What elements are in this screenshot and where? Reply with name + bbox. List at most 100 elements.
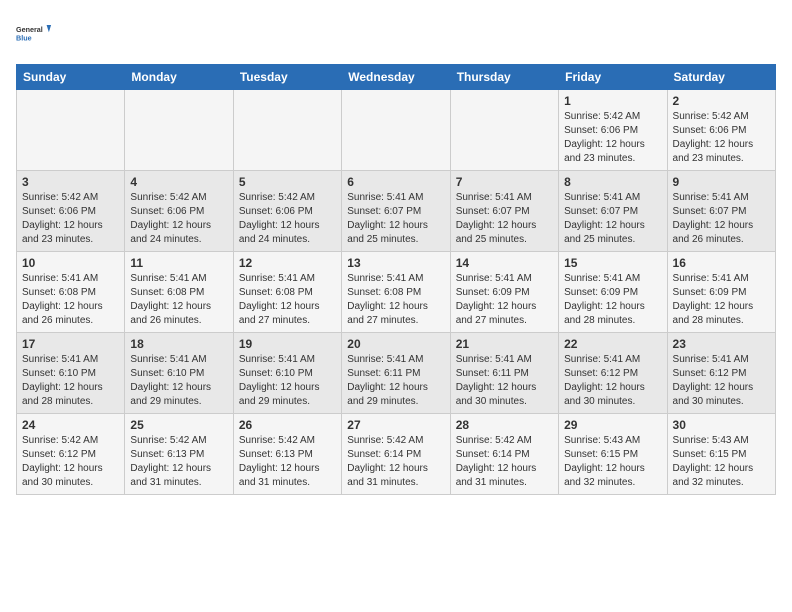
day-number: 18 [130, 337, 227, 351]
logo-icon: General Blue [16, 16, 52, 52]
day-info: Sunrise: 5:41 AM Sunset: 6:07 PM Dayligh… [456, 191, 553, 247]
day-info: Sunrise: 5:42 AM Sunset: 6:06 PM Dayligh… [564, 110, 661, 166]
day-info: Sunrise: 5:42 AM Sunset: 6:12 PM Dayligh… [22, 434, 119, 490]
calendar-cell: 29Sunrise: 5:43 AM Sunset: 6:15 PM Dayli… [559, 414, 667, 495]
calendar-week-row: 24 Sunrise: 5:42 AM Sunset: 6:12 PM Dayli… [17, 414, 776, 495]
calendar-cell [450, 90, 558, 171]
day-number: 8 [564, 175, 661, 189]
day-number: 11 [130, 256, 227, 270]
day-info: Sunrise: 5:42 AM Sunset: 6:13 PM Dayligh… [239, 434, 336, 490]
weekday-header: Friday [559, 65, 667, 90]
weekday-header: Wednesday [342, 65, 450, 90]
day-info: Sunrise: 5:41 AM Sunset: 6:08 PM Dayligh… [347, 272, 444, 328]
calendar-cell [125, 90, 233, 171]
calendar-cell: 10Sunrise: 5:41 AM Sunset: 6:08 PM Dayli… [17, 252, 125, 333]
weekday-header: Thursday [450, 65, 558, 90]
calendar-cell: 21 Sunrise: 5:41 AM Sunset: 6:11 PM Dayli… [450, 333, 558, 414]
day-info: Sunrise: 5:41 AM Sunset: 6:07 PM Dayligh… [564, 191, 661, 247]
svg-text:General: General [16, 25, 43, 34]
day-number: 9 [673, 175, 770, 189]
calendar-cell [17, 90, 125, 171]
day-info: Sunrise: 5:42 AM Sunset: 6:06 PM Dayligh… [130, 191, 227, 247]
day-number: 2 [673, 94, 770, 108]
day-number: 5 [239, 175, 336, 189]
day-info: Sunrise: 5:42 AM Sunset: 6:06 PM Dayligh… [673, 110, 770, 166]
calendar-cell: 20 Sunrise: 5:41 AM Sunset: 6:11 PM Dayli… [342, 333, 450, 414]
calendar-cell: 9 Sunrise: 5:41 AM Sunset: 6:07 PM Daylig… [667, 171, 775, 252]
day-number: 19 [239, 337, 336, 351]
calendar-cell: 8 Sunrise: 5:41 AM Sunset: 6:07 PM Daylig… [559, 171, 667, 252]
day-number: 4 [130, 175, 227, 189]
day-number: 12 [239, 256, 336, 270]
day-number: 6 [347, 175, 444, 189]
day-info: Sunrise: 5:41 AM Sunset: 6:09 PM Dayligh… [673, 272, 770, 328]
day-info: Sunrise: 5:41 AM Sunset: 6:08 PM Dayligh… [239, 272, 336, 328]
day-number: 20 [347, 337, 444, 351]
day-info: Sunrise: 5:42 AM Sunset: 6:13 PM Dayligh… [130, 434, 227, 490]
day-number: 28 [456, 418, 553, 432]
calendar-cell: 23Sunrise: 5:41 AM Sunset: 6:12 PM Dayli… [667, 333, 775, 414]
day-info: Sunrise: 5:41 AM Sunset: 6:08 PM Dayligh… [130, 272, 227, 328]
day-number: 29 [564, 418, 661, 432]
calendar-cell: 3 Sunrise: 5:42 AM Sunset: 6:06 PM Daylig… [17, 171, 125, 252]
day-info: Sunrise: 5:43 AM Sunset: 6:15 PM Dayligh… [673, 434, 770, 490]
day-number: 1 [564, 94, 661, 108]
day-number: 7 [456, 175, 553, 189]
weekday-header: Tuesday [233, 65, 341, 90]
day-number: 3 [22, 175, 119, 189]
day-info: Sunrise: 5:41 AM Sunset: 6:09 PM Dayligh… [456, 272, 553, 328]
day-info: Sunrise: 5:41 AM Sunset: 6:10 PM Dayligh… [22, 353, 119, 409]
day-info: Sunrise: 5:41 AM Sunset: 6:07 PM Dayligh… [673, 191, 770, 247]
calendar-cell: 16 Sunrise: 5:41 AM Sunset: 6:09 PM Dayli… [667, 252, 775, 333]
day-info: Sunrise: 5:41 AM Sunset: 6:10 PM Dayligh… [239, 353, 336, 409]
day-info: Sunrise: 5:41 AM Sunset: 6:10 PM Dayligh… [130, 353, 227, 409]
calendar-cell: 26 Sunrise: 5:42 AM Sunset: 6:13 PM Dayli… [233, 414, 341, 495]
calendar-cell: 2 Sunrise: 5:42 AM Sunset: 6:06 PM Daylig… [667, 90, 775, 171]
calendar-week-row: 1 Sunrise: 5:42 AM Sunset: 6:06 PM Daylig… [17, 90, 776, 171]
day-number: 24 [22, 418, 119, 432]
calendar-cell: 1 Sunrise: 5:42 AM Sunset: 6:06 PM Daylig… [559, 90, 667, 171]
day-info: Sunrise: 5:41 AM Sunset: 6:11 PM Dayligh… [347, 353, 444, 409]
calendar-cell: 15Sunrise: 5:41 AM Sunset: 6:09 PM Dayli… [559, 252, 667, 333]
calendar-cell: 28Sunrise: 5:42 AM Sunset: 6:14 PM Dayli… [450, 414, 558, 495]
calendar-cell: 11 Sunrise: 5:41 AM Sunset: 6:08 PM Dayli… [125, 252, 233, 333]
calendar-week-row: 10 Sunrise: 5:41 AM Sunset: 6:08 PM Dayli… [17, 252, 776, 333]
page-header: General Blue [16, 16, 776, 52]
day-number: 15 [564, 256, 661, 270]
calendar-cell [342, 90, 450, 171]
calendar-table: SundayMondayTuesdayWednesdayThursdayFrid… [16, 64, 776, 495]
weekday-header: Sunday [17, 65, 125, 90]
day-info: Sunrise: 5:42 AM Sunset: 6:06 PM Dayligh… [239, 191, 336, 247]
day-number: 26 [239, 418, 336, 432]
day-number: 17 [22, 337, 119, 351]
calendar-week-row: 17 Sunrise: 5:41 AM Sunset: 6:10 PM Dayli… [17, 333, 776, 414]
calendar-cell [233, 90, 341, 171]
calendar-cell: 19 Sunrise: 5:41 AM Sunset: 6:10 PM Dayli… [233, 333, 341, 414]
calendar-cell: 4 Sunrise: 5:42 AM Sunset: 6:06 PM Daylig… [125, 171, 233, 252]
day-number: 27 [347, 418, 444, 432]
calendar-cell: 7 Sunrise: 5:41 AM Sunset: 6:07 PM Daylig… [450, 171, 558, 252]
day-number: 22 [564, 337, 661, 351]
day-number: 16 [673, 256, 770, 270]
weekday-header: Monday [125, 65, 233, 90]
calendar-cell: 17 Sunrise: 5:41 AM Sunset: 6:10 PM Dayli… [17, 333, 125, 414]
svg-text:Blue: Blue [16, 33, 32, 42]
calendar-cell: 12 Sunrise: 5:41 AM Sunset: 6:08 PM Dayli… [233, 252, 341, 333]
calendar-cell: 18 Sunrise: 5:41 AM Sunset: 6:10 PM Dayli… [125, 333, 233, 414]
calendar-cell: 6Sunrise: 5:41 AM Sunset: 6:07 PM Daylig… [342, 171, 450, 252]
day-info: Sunrise: 5:42 AM Sunset: 6:14 PM Dayligh… [347, 434, 444, 490]
day-info: Sunrise: 5:41 AM Sunset: 6:12 PM Dayligh… [564, 353, 661, 409]
day-number: 21 [456, 337, 553, 351]
calendar-cell: 27 Sunrise: 5:42 AM Sunset: 6:14 PM Dayli… [342, 414, 450, 495]
day-info: Sunrise: 5:42 AM Sunset: 6:06 PM Dayligh… [22, 191, 119, 247]
weekday-header-row: SundayMondayTuesdayWednesdayThursdayFrid… [17, 65, 776, 90]
day-number: 13 [347, 256, 444, 270]
calendar-cell: 5 Sunrise: 5:42 AM Sunset: 6:06 PM Daylig… [233, 171, 341, 252]
day-info: Sunrise: 5:41 AM Sunset: 6:12 PM Dayligh… [673, 353, 770, 409]
weekday-header: Saturday [667, 65, 775, 90]
calendar-cell: 22 Sunrise: 5:41 AM Sunset: 6:12 PM Dayli… [559, 333, 667, 414]
calendar-cell: 30Sunrise: 5:43 AM Sunset: 6:15 PM Dayli… [667, 414, 775, 495]
calendar-week-row: 3 Sunrise: 5:42 AM Sunset: 6:06 PM Daylig… [17, 171, 776, 252]
day-number: 10 [22, 256, 119, 270]
day-info: Sunrise: 5:41 AM Sunset: 6:11 PM Dayligh… [456, 353, 553, 409]
